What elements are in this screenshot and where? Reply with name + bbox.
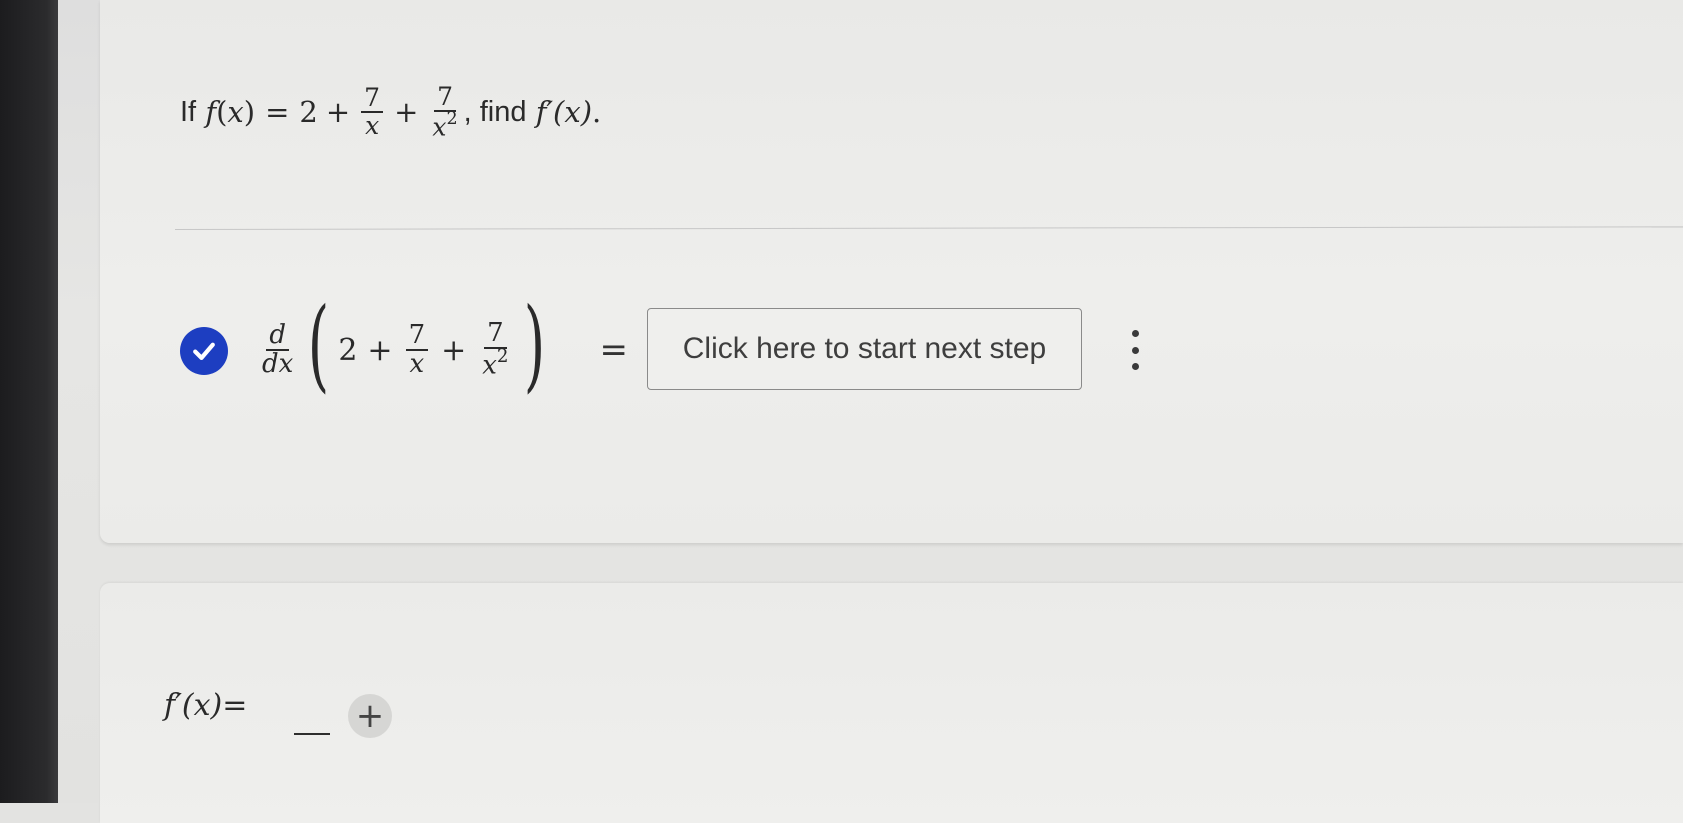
fraction-2-denominator-base: x <box>432 112 447 142</box>
function-name: f <box>205 95 217 130</box>
equals-sign: = <box>265 95 290 130</box>
answer-blank[interactable] <box>294 733 330 735</box>
fraction-term-1: 7 x <box>405 321 429 379</box>
fraction-1-numerator: 7 <box>405 321 429 351</box>
fraction-term-2: 7 x2 <box>479 319 511 381</box>
problem-suffix: , find <box>463 95 527 128</box>
derivative-operator: d dx <box>259 321 296 379</box>
step-expression: d dx ( 2 + 7 x + 7 x2 ) = <box>256 295 629 400</box>
plus-sign: + <box>441 332 467 368</box>
fraction-2-numerator: 7 <box>484 319 507 350</box>
constant-term: 2 <box>299 95 318 130</box>
derivative-target: f′(x) <box>535 95 593 130</box>
constant-term: 2 <box>338 332 358 368</box>
start-next-step-button[interactable]: Click here to start next step <box>647 308 1082 390</box>
screen-bezel <box>0 0 58 803</box>
answer-label-text: f′(x)= <box>164 688 248 723</box>
fraction-2-denominator-exponent: 2 <box>496 346 509 368</box>
fraction-term-1: 7 x <box>361 84 384 141</box>
kebab-menu-icon[interactable] <box>1128 330 1142 370</box>
plus-sign: + <box>394 95 419 130</box>
equals-sign: = <box>599 330 629 370</box>
function-var: x <box>227 95 244 130</box>
problem-end: . <box>592 95 602 130</box>
fraction-term-2: 7 x2 <box>429 83 460 142</box>
fraction-1-denominator: x <box>365 111 380 141</box>
fraction-2-denominator-base: x <box>482 350 497 381</box>
fraction-1-numerator: 7 <box>361 84 384 114</box>
fraction-2-denominator-exponent: 2 <box>446 109 458 130</box>
derivative-denominator: dx <box>262 349 294 379</box>
fraction-1-denominator: x <box>409 349 425 379</box>
left-paren: ( <box>308 286 330 403</box>
right-paren: ) <box>523 286 545 403</box>
problem-statement: If f (x) = 2 + 7 x + 7 x2 , find f′(x) . <box>180 82 602 142</box>
fraction-2-numerator: 7 <box>434 83 456 113</box>
answer-label: f′(x)= <box>164 688 247 723</box>
step-card <box>100 0 1683 543</box>
answer-card <box>100 583 1683 823</box>
derivative-numerator: d <box>266 321 289 351</box>
problem-prefix: If <box>180 95 197 128</box>
plus-icon[interactable]: + <box>348 694 392 738</box>
plus-sign: + <box>325 95 351 130</box>
check-circle-icon <box>180 327 228 375</box>
plus-sign: + <box>367 332 393 368</box>
